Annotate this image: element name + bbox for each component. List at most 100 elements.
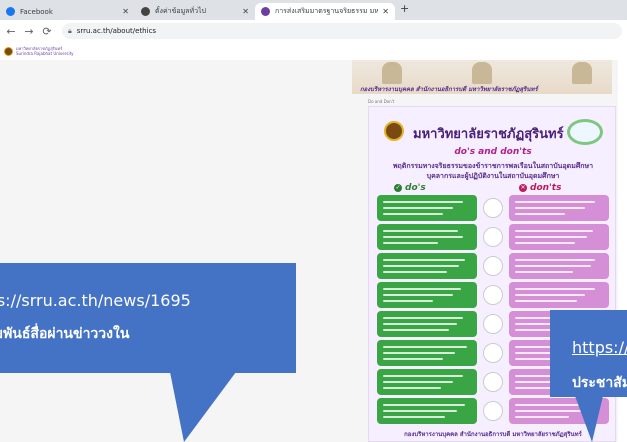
site-name-english: Surindra Rajabhat University bbox=[16, 51, 74, 56]
text-line bbox=[383, 416, 445, 418]
banner-figure bbox=[382, 62, 402, 84]
reload-icon[interactable]: ⟳ bbox=[40, 25, 54, 38]
dos-header: ✓ do's bbox=[394, 183, 426, 193]
text-line bbox=[383, 352, 455, 354]
text-line bbox=[515, 242, 575, 244]
text-line bbox=[383, 230, 458, 232]
poster-row bbox=[377, 195, 609, 221]
donts-header: ✕ don'ts bbox=[519, 183, 561, 193]
poster-row bbox=[377, 282, 609, 308]
university-logo-icon bbox=[261, 7, 270, 16]
callout-right: https:// ประชาสัมพันธ์ bbox=[550, 310, 627, 397]
university-logo[interactable] bbox=[4, 46, 13, 56]
row-illustration-icon bbox=[483, 314, 503, 334]
text-line bbox=[515, 416, 569, 418]
do-card bbox=[377, 195, 477, 221]
text-line bbox=[515, 213, 565, 215]
poster-header: มหาวิทยาลัยราชภัฏสุรินทร์ bbox=[369, 115, 615, 145]
text-line bbox=[515, 265, 591, 267]
text-line bbox=[515, 410, 585, 412]
poster-heading: do's and don'ts bbox=[454, 147, 532, 157]
tab-strip: Facebook ✕ ตั้งค่าข้อมูลทั่วไป ✕ การส่งเ… bbox=[0, 0, 627, 20]
text-line bbox=[383, 358, 443, 360]
tab-ethics[interactable]: การส่งเสริมมาตรฐานจริยธรรม มหาวิทยาลัย ✕ bbox=[255, 3, 395, 20]
text-line bbox=[383, 271, 447, 273]
callout-right-url[interactable]: https:// bbox=[572, 338, 627, 357]
text-line bbox=[515, 201, 595, 203]
address-bar[interactable]: 🔒︎ srru.ac.th/about/ethics bbox=[62, 23, 622, 39]
callout-left: https://srru.ac.th/news/1695 ประชาสัมพัน… bbox=[0, 263, 296, 373]
site-name[interactable]: มหาวิทยาลัยราชภัฏสุรินทร์ Surindra Rajab… bbox=[16, 46, 74, 56]
banner-caption: กองบริหารงานบุคคล สำนักงานอธิการบดี มหาว… bbox=[360, 86, 538, 93]
browser-toolbar: ← → ⟳ 🔒︎ srru.ac.th/about/ethics bbox=[0, 20, 627, 42]
poster-row bbox=[377, 224, 609, 250]
dos-label: do's bbox=[405, 183, 426, 193]
text-line bbox=[515, 236, 587, 238]
poster-footer: กองบริหารงานบุคคล สำนักงานอธิการบดี มหาว… bbox=[404, 431, 582, 438]
do-card bbox=[377, 398, 477, 424]
facebook-icon bbox=[6, 7, 15, 16]
address-url: srru.ac.th/about/ethics bbox=[76, 27, 157, 35]
text-line bbox=[383, 265, 459, 267]
row-illustration-icon bbox=[483, 401, 503, 421]
callout-right-text: ประชาสัมพันธ์ bbox=[572, 375, 627, 391]
poster-row bbox=[377, 398, 609, 424]
close-tab-icon[interactable]: ✕ bbox=[122, 7, 129, 16]
text-line bbox=[383, 410, 457, 412]
tab-general-settings[interactable]: ตั้งค่าข้อมูลทั่วไป ✕ bbox=[135, 3, 255, 20]
text-line bbox=[383, 387, 441, 389]
ethics-badge-icon bbox=[567, 119, 603, 145]
text-line bbox=[383, 381, 453, 383]
tab-label: Facebook bbox=[20, 7, 53, 16]
check-icon: ✓ bbox=[394, 183, 402, 192]
text-line bbox=[515, 230, 593, 232]
text-line bbox=[515, 288, 595, 290]
university-seal-icon bbox=[384, 121, 404, 141]
text-line bbox=[383, 207, 453, 209]
do-card bbox=[377, 253, 477, 279]
text-line bbox=[383, 375, 463, 377]
new-tab-button[interactable]: + bbox=[400, 2, 409, 15]
text-line bbox=[383, 317, 463, 319]
close-tab-icon[interactable]: ✕ bbox=[242, 7, 249, 16]
text-line bbox=[383, 300, 433, 302]
site-icon bbox=[141, 7, 150, 16]
dont-card bbox=[509, 398, 609, 424]
text-line bbox=[383, 242, 438, 244]
banner-figure bbox=[572, 62, 592, 84]
text-line bbox=[383, 259, 465, 261]
tab-facebook[interactable]: Facebook ✕ bbox=[0, 3, 135, 20]
row-illustration-icon bbox=[483, 227, 503, 247]
section-label: Do and Don't bbox=[368, 99, 395, 104]
row-illustration-icon bbox=[483, 343, 503, 363]
text-line bbox=[383, 236, 463, 238]
dont-card bbox=[509, 253, 609, 279]
do-card bbox=[377, 311, 477, 337]
forward-arrow-icon[interactable]: → bbox=[22, 25, 36, 38]
dont-card bbox=[509, 282, 609, 308]
do-card bbox=[377, 224, 477, 250]
tab-label: การส่งเสริมมาตรฐานจริยธรรม มหาวิทยาลัย bbox=[275, 7, 379, 15]
poster-row bbox=[377, 253, 609, 279]
text-line bbox=[383, 213, 443, 215]
text-line bbox=[383, 329, 449, 331]
poster-subtitle-line2: บุคลากรและผู้ปฏิบัติงานในสถาบันอุดมศึกษา bbox=[426, 172, 560, 180]
text-line bbox=[383, 288, 461, 290]
do-card bbox=[377, 340, 477, 366]
close-tab-icon[interactable]: ✕ bbox=[382, 7, 389, 16]
text-line bbox=[515, 294, 585, 296]
back-arrow-icon[interactable]: ← bbox=[4, 25, 18, 38]
text-line bbox=[515, 207, 585, 209]
text-line bbox=[383, 294, 453, 296]
callout-left-url: https://srru.ac.th/news/1695 bbox=[0, 291, 191, 310]
banner-figure bbox=[472, 62, 492, 84]
donts-label: don'ts bbox=[530, 183, 562, 193]
site-header: มหาวิทยาลัยราชภัฏสุรินทร์ Surindra Rajab… bbox=[0, 42, 627, 60]
do-card bbox=[377, 282, 477, 308]
row-illustration-icon bbox=[483, 198, 503, 218]
row-illustration-icon bbox=[483, 285, 503, 305]
text-line bbox=[515, 259, 595, 261]
header-banner-image: กองบริหารงานบุคคล สำนักงานอธิการบดี มหาว… bbox=[352, 60, 612, 94]
text-line bbox=[515, 271, 573, 273]
dont-card bbox=[509, 224, 609, 250]
